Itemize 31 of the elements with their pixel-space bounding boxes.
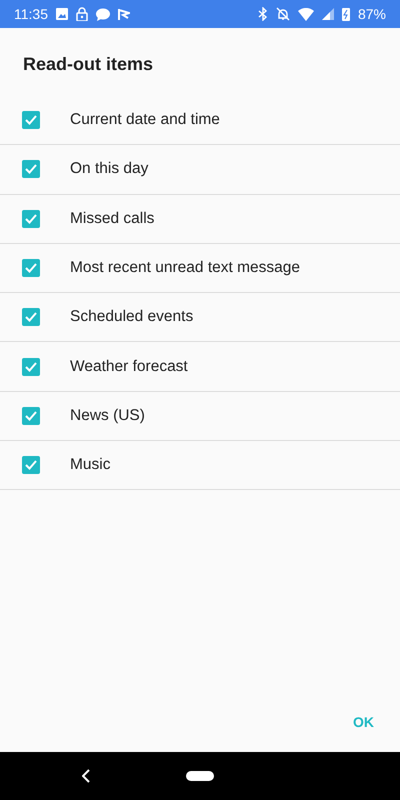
bell-off-icon [276,7,290,21]
checkbox[interactable] [22,259,40,278]
checkbox[interactable] [22,210,40,228]
battery-icon [342,7,350,21]
item-label: Weather forecast [70,358,188,376]
checkbox[interactable] [22,358,40,376]
battery-percent: 87% [358,6,386,22]
item-label: Current date and time [70,111,220,130]
bluetooth-icon [258,7,268,21]
dialog-title: Read-out items [22,53,154,76]
back-button[interactable] [82,769,90,783]
clock-time: 11:35 [14,6,48,22]
checkbox[interactable] [22,406,40,425]
item-label: Music [70,456,110,474]
home-button[interactable] [186,771,214,781]
ok-button[interactable]: OK [349,710,378,734]
checkbox[interactable] [22,308,40,326]
wifi-icon [298,8,314,20]
checkbox[interactable] [22,111,40,130]
item-label: Missed calls [70,210,154,228]
image-icon [56,8,68,20]
checkbox[interactable] [22,456,40,474]
signal-icon [322,8,334,20]
item-label: Most recent unread text message [70,259,300,278]
checkbox[interactable] [22,160,40,178]
chat-bubble-icon [96,8,110,20]
item-label: Scheduled events [70,308,194,326]
lock-icon [76,7,88,21]
item-label: On this day [70,160,148,178]
flag-icon [118,8,130,20]
item-label: News (US) [70,406,145,425]
